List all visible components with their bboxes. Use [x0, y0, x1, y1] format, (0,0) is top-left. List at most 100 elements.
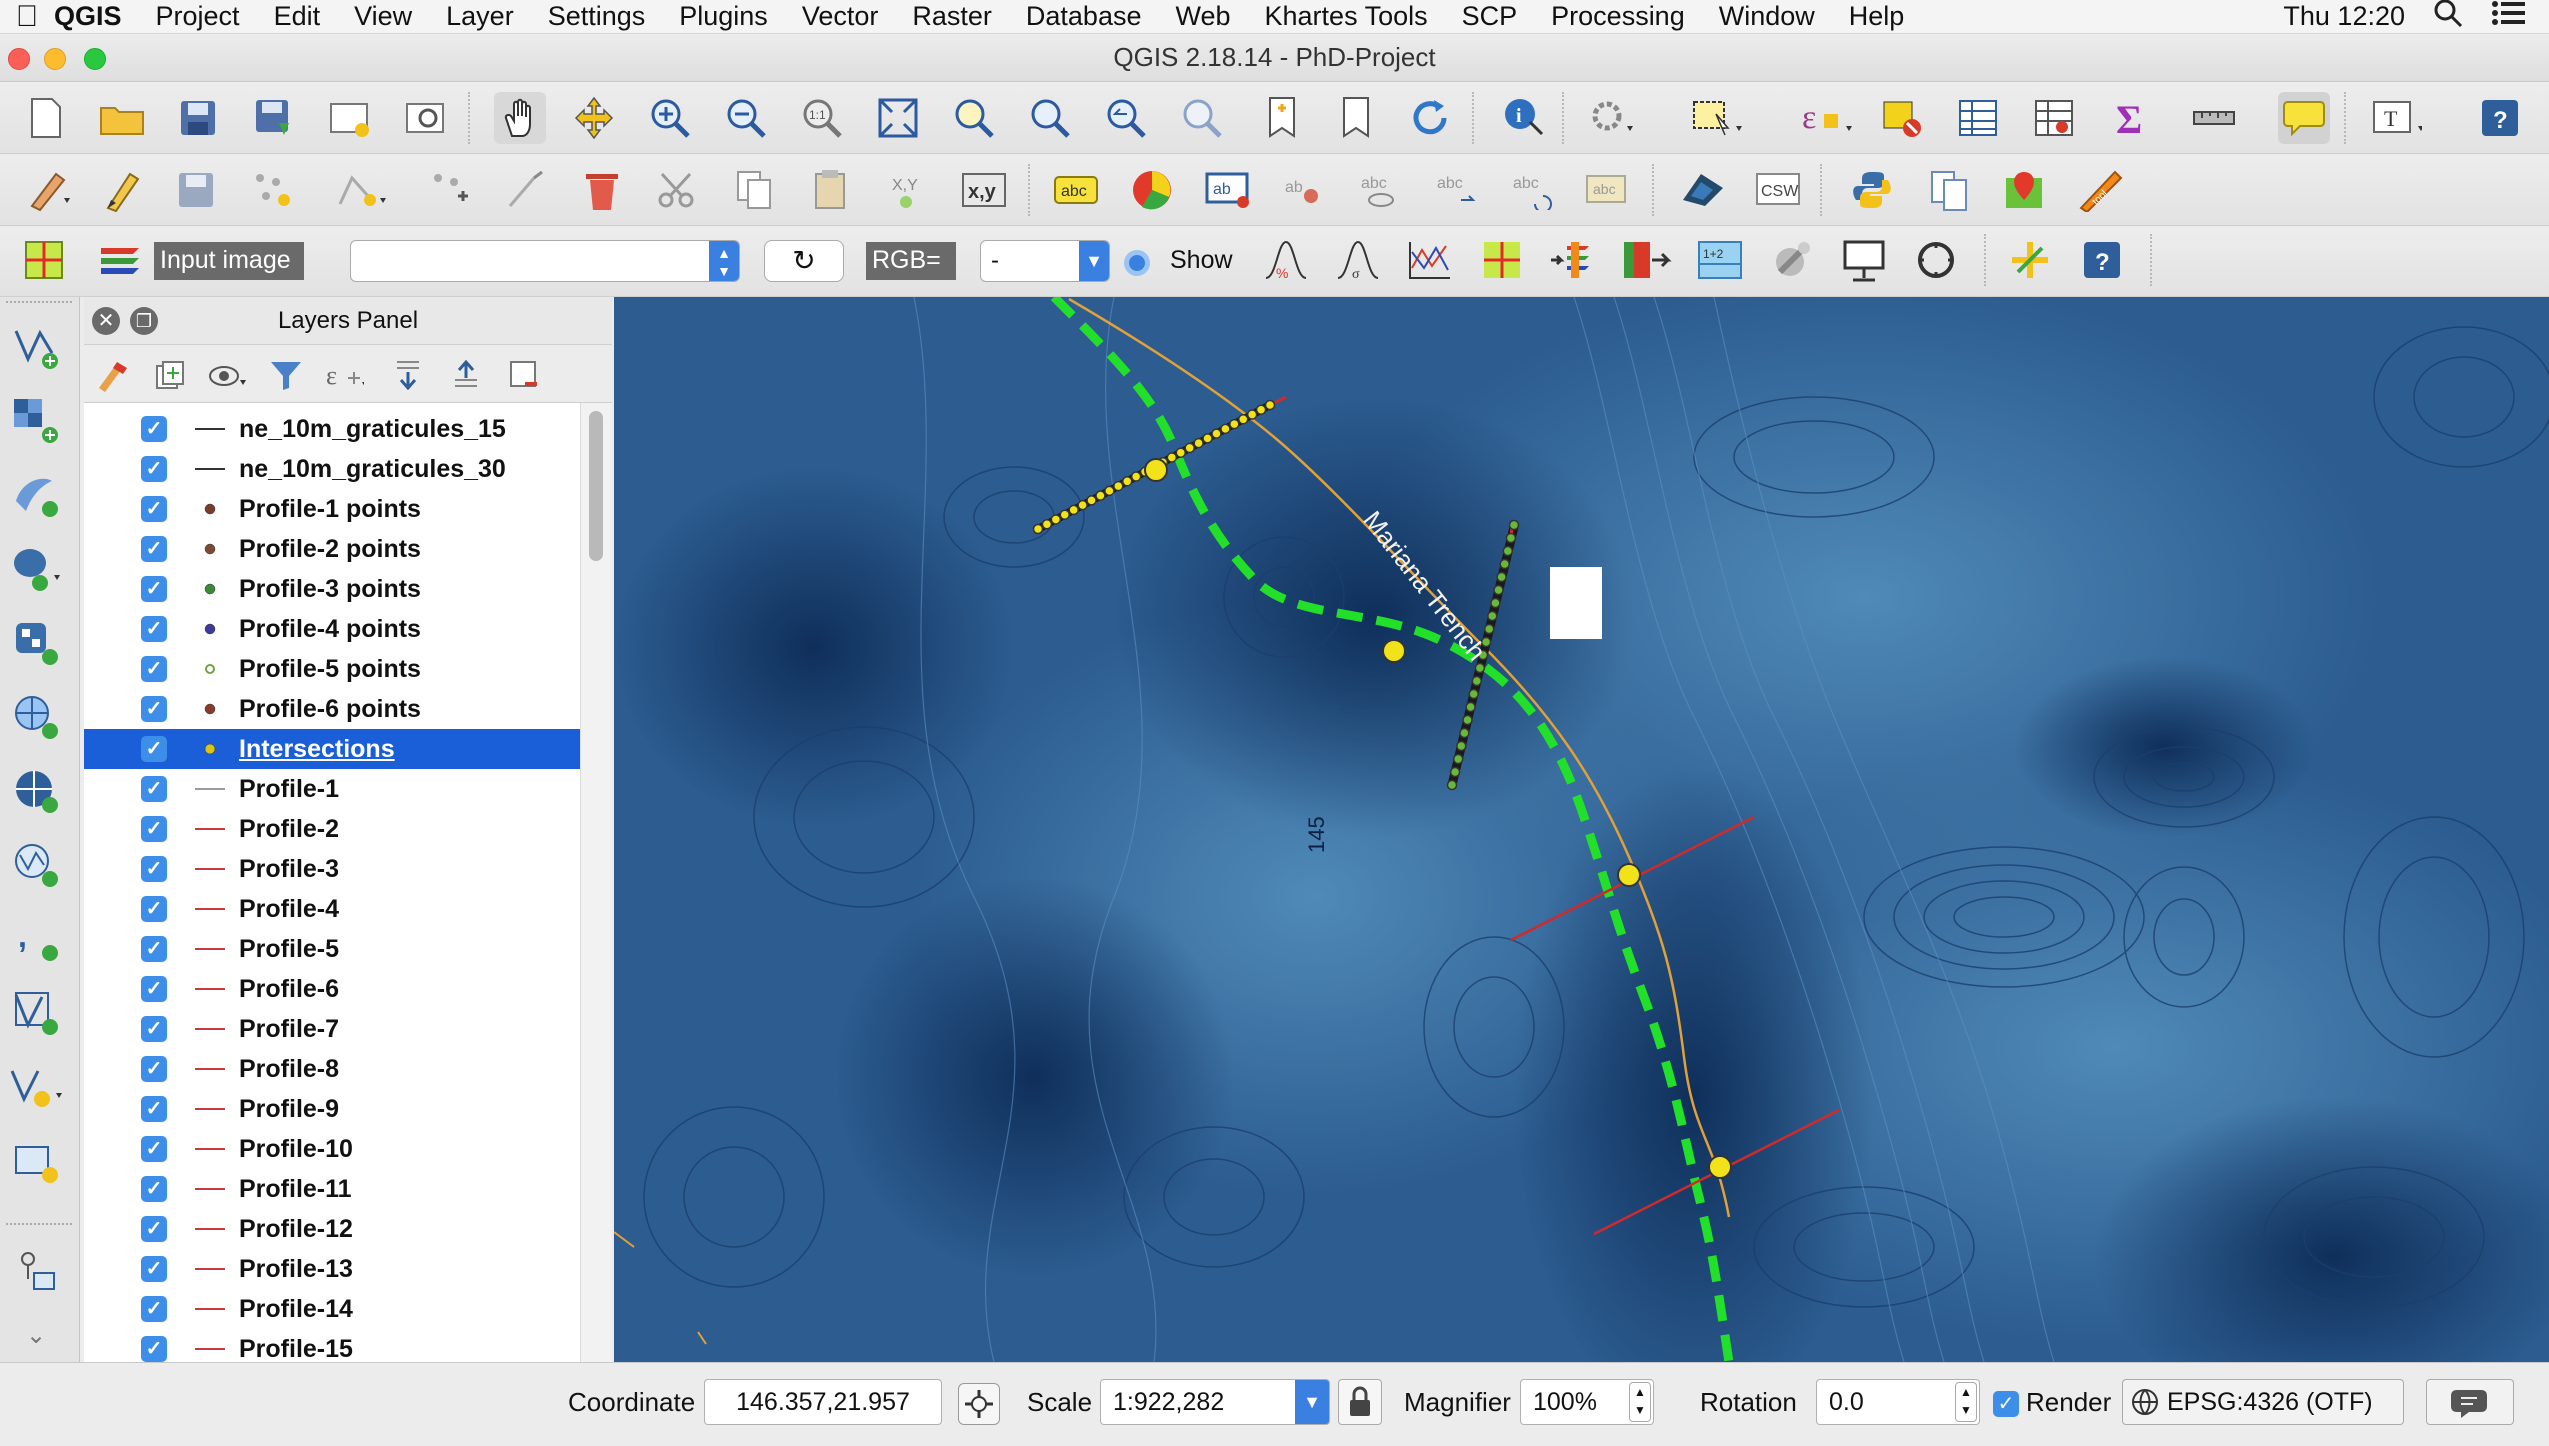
layer-visibility-checkbox[interactable]: ✓ [141, 816, 167, 842]
add-virtual-layer-icon[interactable] [8, 985, 64, 1041]
layer-labeling-options-icon[interactable]: abc [1050, 164, 1102, 216]
layer-row[interactable]: ✓ Profile-15 [84, 1329, 580, 1362]
paste-features-icon[interactable] [804, 164, 856, 216]
menu-processing[interactable]: Processing [1551, 1, 1685, 32]
intersection-marker[interactable] [1144, 458, 1168, 482]
add-delimited-text-layer-icon[interactable]: , [8, 911, 64, 967]
change-label-icon[interactable]: abc [1582, 164, 1634, 216]
add-wms-layer-icon[interactable] [8, 689, 64, 745]
add-point-feature-icon[interactable] [246, 164, 298, 216]
add-mssql-layer-icon[interactable] [8, 615, 64, 671]
show-hide-labels-icon[interactable]: abc [1354, 164, 1406, 216]
layer-visibility-checkbox[interactable]: ✓ [141, 656, 167, 682]
pan-to-selection-icon[interactable] [568, 92, 620, 144]
highlight-pinned-labels-icon[interactable]: ab [1202, 164, 1254, 216]
add-raster-layer-icon[interactable] [8, 393, 64, 449]
whats-this-help-icon[interactable]: ? [2474, 92, 2526, 144]
map-tips-icon[interactable] [2278, 92, 2330, 144]
layer-visibility-checkbox[interactable]: ✓ [141, 1016, 167, 1042]
input-image-layers-icon[interactable] [94, 234, 146, 286]
menu-vector[interactable]: Vector [802, 1, 879, 32]
measure-line-icon[interactable] [2190, 92, 2242, 144]
input-image-combobox[interactable]: ▲ ▼ [350, 240, 740, 282]
open-project-icon[interactable] [96, 92, 148, 144]
add-postgis-layer-icon[interactable] [8, 541, 64, 597]
zoom-to-selection-icon[interactable] [948, 92, 1000, 144]
zoom-out-icon[interactable] [720, 92, 772, 144]
gps-tools-icon[interactable] [1676, 164, 1728, 216]
layer-visibility-checkbox[interactable]: ✓ [141, 736, 167, 762]
intersection-marker[interactable] [1617, 863, 1641, 887]
rotate-label-icon[interactable]: abc [1506, 164, 1558, 216]
show-bookmarks-icon[interactable] [1330, 92, 1382, 144]
zoom-full-icon[interactable] [872, 92, 924, 144]
band-calc-icon[interactable]: 1+2 [1694, 234, 1746, 286]
layer-tree-scrollbar[interactable] [580, 403, 612, 1362]
magnifier-spinbox[interactable]: 100% ▲ ▼ [1520, 1379, 1654, 1425]
zoom-in-icon[interactable] [644, 92, 696, 144]
zoom-next-icon[interactable] [1176, 92, 1228, 144]
move-feature-icon[interactable] [424, 164, 476, 216]
menu-plugins[interactable]: Plugins [679, 1, 768, 32]
menu-scp[interactable]: SCP [1462, 1, 1518, 32]
notification-list-icon[interactable] [2491, 0, 2525, 34]
zoom-native-resolution-icon[interactable]: 1:1 [796, 92, 848, 144]
band-set-output-icon[interactable] [1620, 234, 1672, 286]
layer-visibility-checkbox[interactable]: ✓ [141, 696, 167, 722]
scp-main-interface-icon[interactable] [18, 234, 70, 286]
menu-view[interactable]: View [354, 1, 412, 32]
chevron-double-down-icon[interactable]: ⌄ [8, 1307, 64, 1363]
layer-row[interactable]: ✓ Profile-1 points [84, 489, 580, 529]
layer-row[interactable]: ✓ Profile-6 points [84, 689, 580, 729]
layer-visibility-checkbox[interactable]: ✓ [141, 856, 167, 882]
menu-settings[interactable]: Settings [548, 1, 646, 32]
scrollbar-thumb[interactable] [589, 411, 603, 561]
layer-visibility-checkbox[interactable]: ✓ [141, 1176, 167, 1202]
zoom-to-layer-icon[interactable] [1024, 92, 1076, 144]
menu-project[interactable]: Project [156, 1, 240, 32]
open-attribute-table-icon[interactable] [1952, 92, 2004, 144]
apple-menu-icon[interactable]:  [0, 0, 54, 34]
identify-features-icon[interactable]: i [1498, 92, 1550, 144]
lock-scale-icon[interactable] [1338, 1379, 1382, 1425]
layer-row[interactable]: ✓ Profile-13 [84, 1249, 580, 1289]
add-group-icon[interactable] [150, 355, 190, 395]
classification-preview-icon[interactable] [1838, 234, 1890, 286]
toggle-extents-icon[interactable] [958, 1383, 1000, 1425]
menu-web[interactable]: Web [1175, 1, 1230, 32]
layer-visibility-checkbox[interactable]: ✓ [141, 416, 167, 442]
scale-combobox[interactable]: 1:922,282 ▼ [1100, 1379, 1330, 1425]
open-layer-styling-icon[interactable] [92, 355, 132, 395]
layer-visibility-checkbox[interactable]: ✓ [141, 936, 167, 962]
layer-visibility-checkbox[interactable]: ✓ [141, 1256, 167, 1282]
xy-tools-icon[interactable]: x,y [958, 164, 1010, 216]
layer-row[interactable]: ✓ Profile-4 points [84, 609, 580, 649]
text-annotation-icon[interactable]: T [2370, 92, 2422, 144]
menu-database[interactable]: Database [1026, 1, 1142, 32]
delete-selected-icon[interactable] [576, 164, 628, 216]
add-vector-layer-icon[interactable] [8, 319, 64, 375]
layer-row[interactable]: ✓ ne_10m_graticules_30 [84, 449, 580, 489]
menu-raster[interactable]: Raster [912, 1, 992, 32]
intersection-marker[interactable] [1708, 1155, 1732, 1179]
layer-row[interactable]: ✓ Profile-5 [84, 929, 580, 969]
layer-visibility-checkbox[interactable]: ✓ [141, 1096, 167, 1122]
select-by-expression-icon[interactable]: ε [1800, 92, 1852, 144]
menu-edit[interactable]: Edit [274, 1, 321, 32]
rotation-spinbox[interactable]: 0.0 ▲ ▼ [1816, 1379, 1980, 1425]
save-layer-edits-icon[interactable] [170, 164, 222, 216]
roi-pointer-icon[interactable] [2004, 234, 2056, 286]
add-oracle-layer-icon[interactable] [8, 1133, 64, 1189]
layer-visibility-checkbox[interactable]: ✓ [141, 576, 167, 602]
layer-row[interactable]: ✓ Profile-9 [84, 1089, 580, 1129]
stepper-icon[interactable]: ▲ ▼ [1629, 1382, 1651, 1422]
copy-features-icon[interactable] [728, 164, 780, 216]
scp-help-icon[interactable]: ? [2076, 234, 2128, 286]
zoom-last-icon[interactable] [1100, 92, 1152, 144]
add-wfs-layer-icon[interactable] [8, 837, 64, 893]
layer-row[interactable]: ✓ Profile-8 [84, 1049, 580, 1089]
statistical-summary-icon[interactable]: Σ [2104, 92, 2156, 144]
layer-row[interactable]: ✓ ne_10m_graticules_15 [84, 409, 580, 449]
layer-visibility-checkbox[interactable]: ✓ [141, 1136, 167, 1162]
layer-visibility-checkbox[interactable]: ✓ [141, 976, 167, 1002]
